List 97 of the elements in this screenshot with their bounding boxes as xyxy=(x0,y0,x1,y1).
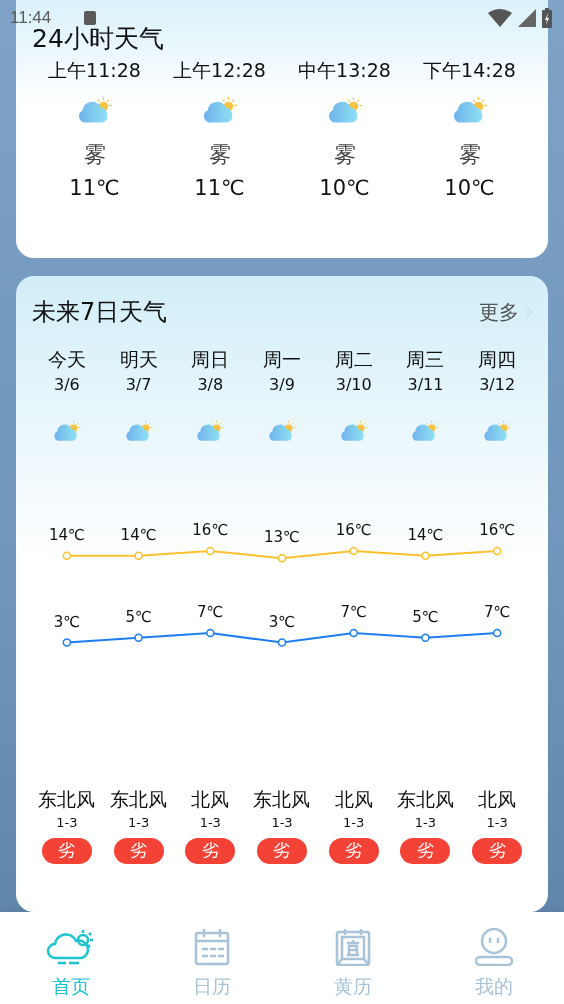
battery-icon xyxy=(542,8,552,28)
air-quality-badge: 劣 xyxy=(257,837,307,864)
date-label: 3/12 xyxy=(479,374,516,396)
temperature-label: 13℃ xyxy=(264,527,300,546)
more-link[interactable]: 更多 xyxy=(479,298,533,326)
day-label: 周二 xyxy=(334,347,373,372)
wind-direction: 东北风 xyxy=(396,786,454,812)
notification-icon xyxy=(84,11,96,25)
cloud-sun-icon xyxy=(45,928,96,966)
wind-level: 1-3 xyxy=(414,813,437,832)
day-label: 周日 xyxy=(191,347,230,372)
wind-direction: 东北风 xyxy=(253,786,311,812)
wind-direction: 东北风 xyxy=(110,786,168,812)
data-point xyxy=(421,633,430,642)
temperature-label: 3℃ xyxy=(268,612,296,631)
wind-direction: 北风 xyxy=(334,786,373,812)
cloud-sun-icon xyxy=(482,420,513,442)
day-label: 今天 xyxy=(47,347,86,372)
hour-time: 上午11:28 xyxy=(48,58,141,82)
wind-level: 1-3 xyxy=(127,813,150,832)
cloud-sun-icon xyxy=(195,420,226,442)
temperature: 10℃ xyxy=(444,175,495,202)
temperature-label: 14℃ xyxy=(48,525,85,544)
cloud-sun-icon xyxy=(123,420,154,442)
calendar-icon xyxy=(192,928,231,966)
data-point xyxy=(349,628,358,637)
weather-condition: 雾 xyxy=(83,141,106,170)
tab[interactable]: 日历 xyxy=(141,912,282,1004)
data-point xyxy=(349,546,358,555)
temperature: 10℃ xyxy=(319,175,370,202)
wind-level: 1-3 xyxy=(271,813,293,832)
data-point xyxy=(421,551,430,560)
almanac-icon xyxy=(333,928,372,966)
air-quality-badge: 劣 xyxy=(113,837,164,864)
day-label: 明天 xyxy=(119,347,158,372)
wind-level: 1-3 xyxy=(343,813,365,832)
weather-condition: 雾 xyxy=(208,141,231,170)
date-label: 3/6 xyxy=(53,374,80,396)
cloud-sun-icon xyxy=(410,420,441,442)
hour-time: 中午13:28 xyxy=(298,58,391,82)
temperature-label: 7℃ xyxy=(197,602,224,621)
weather-condition: 雾 xyxy=(333,141,356,170)
wind-level: 1-3 xyxy=(486,813,508,832)
air-quality-badge: 劣 xyxy=(185,837,236,864)
cloud-sun-icon xyxy=(51,420,82,442)
section-title: 未来7日天气 xyxy=(32,297,168,328)
temperature-label: 3℃ xyxy=(53,612,81,631)
temperature: 11℃ xyxy=(69,175,120,202)
wifi-icon xyxy=(488,9,512,27)
air-quality-badge: 劣 xyxy=(328,837,379,864)
air-quality-badge: 劣 xyxy=(400,837,451,864)
wind-direction: 北风 xyxy=(478,786,517,812)
date-label: 3/7 xyxy=(125,374,152,396)
temperature-label: 5℃ xyxy=(412,607,439,626)
data-point xyxy=(277,553,287,563)
date-label: 3/9 xyxy=(269,374,295,396)
hour-time: 下午14:28 xyxy=(423,58,516,82)
temperature-label: 7℃ xyxy=(340,602,367,621)
cloud-sun-icon xyxy=(267,420,297,442)
date-label: 3/11 xyxy=(407,374,444,396)
tab[interactable]: 首页 xyxy=(0,912,141,1004)
temperature: 11℃ xyxy=(194,175,245,202)
profile-icon xyxy=(474,928,513,966)
air-quality-badge: 劣 xyxy=(472,837,523,864)
data-point xyxy=(277,637,287,647)
wind-level: 1-3 xyxy=(199,813,221,832)
temperature-label: 16℃ xyxy=(192,520,229,539)
cloud-sun-icon xyxy=(338,420,369,442)
day-label: 周一 xyxy=(263,347,301,372)
data-point xyxy=(492,546,502,555)
data-point xyxy=(206,546,215,555)
data-point xyxy=(134,551,143,560)
signal-icon xyxy=(518,9,536,27)
data-point xyxy=(62,551,72,560)
section-title: 24小时天气 xyxy=(32,24,164,54)
weather-condition: 雾 xyxy=(458,141,481,170)
wind-level: 1-3 xyxy=(56,813,78,832)
temperature-label: 14℃ xyxy=(120,525,157,544)
date-label: 3/10 xyxy=(335,374,372,396)
tab[interactable]: 黄历 xyxy=(282,912,423,1004)
date-label: 3/8 xyxy=(197,374,224,396)
data-point xyxy=(206,628,215,637)
tab[interactable]: 我的 xyxy=(423,912,564,1004)
temperature-label: 5℃ xyxy=(125,607,152,626)
hour-time: 上午12:28 xyxy=(173,58,266,82)
temperature-label: 16℃ xyxy=(479,520,516,539)
wind-direction: 东北风 xyxy=(38,786,96,812)
temperature-label: 14℃ xyxy=(407,525,444,544)
wind-direction: 北风 xyxy=(191,786,230,812)
day-label: 周三 xyxy=(406,347,445,372)
temperature-label: 16℃ xyxy=(335,520,372,539)
temperature-label: 7℃ xyxy=(483,602,511,621)
data-point xyxy=(492,628,502,637)
data-point xyxy=(134,633,143,642)
day-label: 周四 xyxy=(478,347,517,372)
data-point xyxy=(62,637,72,647)
air-quality-badge: 劣 xyxy=(41,837,92,864)
